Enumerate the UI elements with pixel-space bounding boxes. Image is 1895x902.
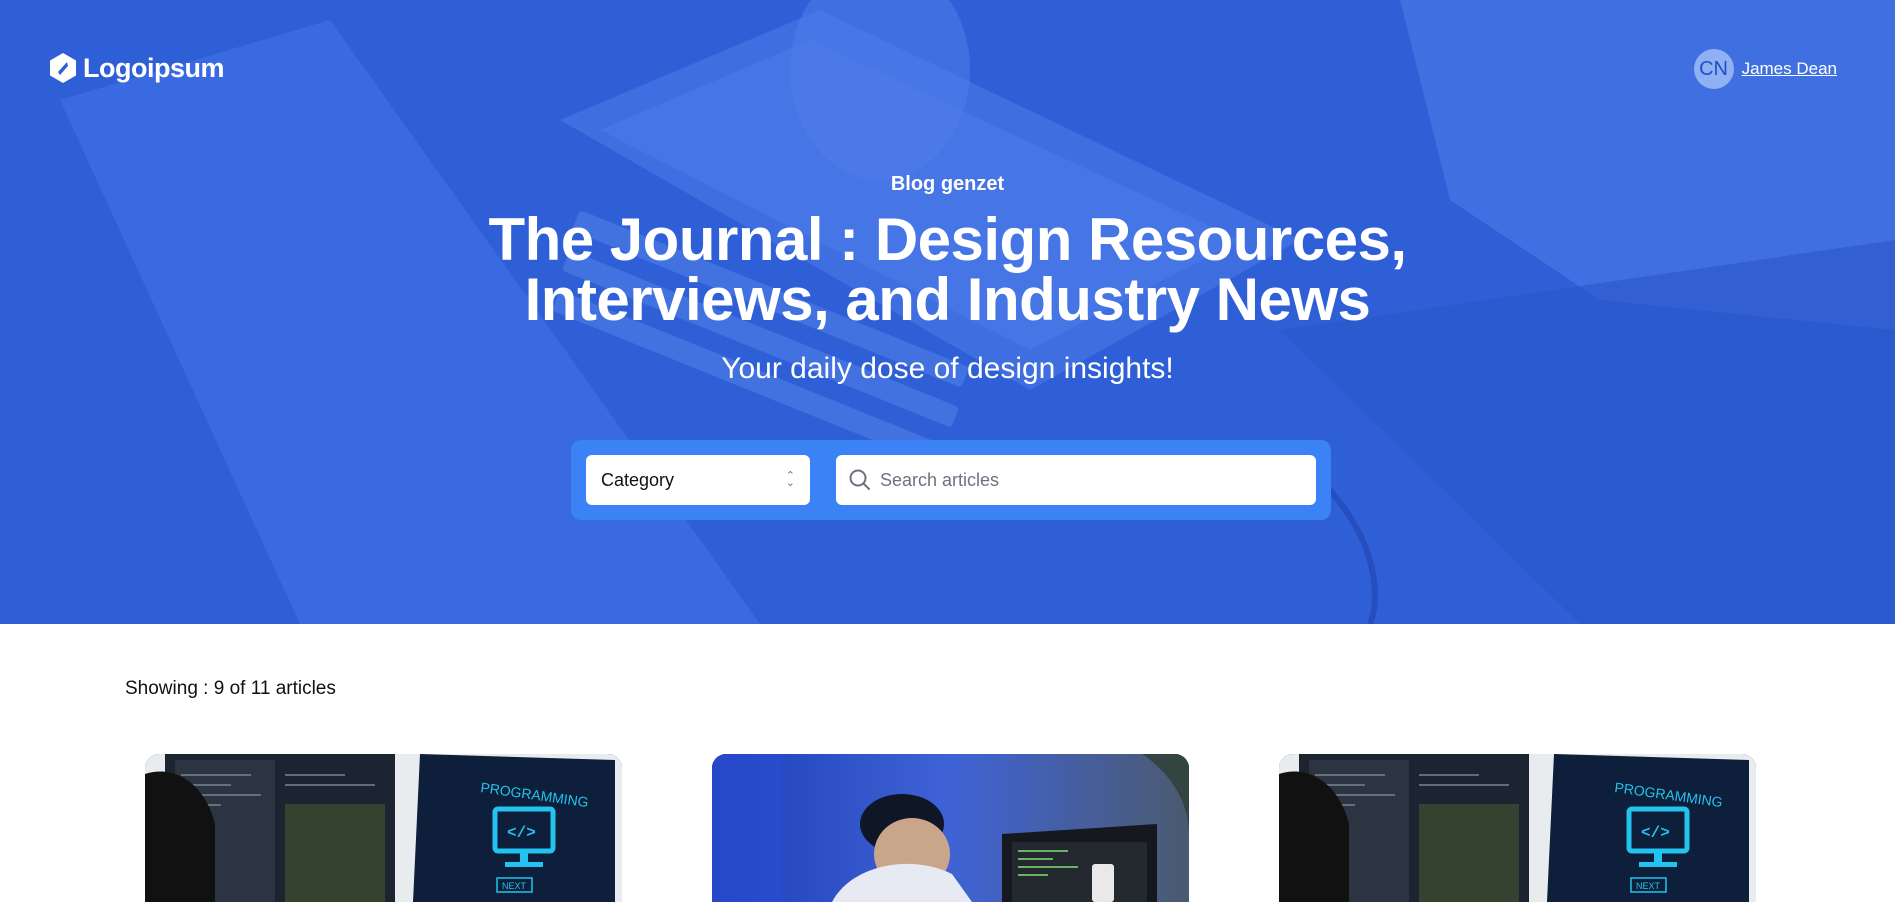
card-screen-button-text: NEXT bbox=[502, 881, 527, 891]
article-card-image[interactable]: PROGRAMMING </> NEXT bbox=[145, 754, 622, 902]
hero-subtitle: Your daily dose of design insights! bbox=[721, 352, 1174, 385]
category-select[interactable]: Category ⌃ ⌄ bbox=[586, 455, 810, 505]
select-chevrons-icon: ⌃ ⌄ bbox=[785, 470, 795, 489]
avatar[interactable]: CN bbox=[1693, 49, 1734, 89]
svg-text:</>: </> bbox=[1641, 824, 1670, 842]
hero-banner: Logoipsum CN James Dean Blog genzet The … bbox=[0, 0, 1895, 624]
article-card[interactable]: PROGRAMMING </> NEXT bbox=[145, 754, 622, 902]
search-input[interactable] bbox=[880, 469, 1304, 491]
results-count: Showing : 9 of 11 articles bbox=[125, 678, 336, 699]
article-card[interactable] bbox=[712, 754, 1189, 902]
article-card[interactable]: PROGRAMMING </> NEXT bbox=[1279, 754, 1756, 902]
svg-text:</>: </> bbox=[507, 824, 536, 842]
logo-icon bbox=[50, 53, 76, 83]
article-card-image[interactable]: PROGRAMMING </> NEXT bbox=[1279, 754, 1756, 902]
filter-bar: Category ⌃ ⌄ bbox=[571, 440, 1331, 520]
search-icon bbox=[849, 469, 870, 490]
page-title-line-1: The Journal : Design Resources, bbox=[488, 206, 1407, 273]
logo-text: Logoipsum bbox=[83, 52, 224, 83]
article-card-image[interactable] bbox=[712, 754, 1189, 902]
page-title: The Journal : Design Resources, Intervie… bbox=[0, 210, 1895, 330]
hero-eyebrow: Blog genzet bbox=[890, 173, 1005, 195]
user-menu[interactable]: CN James Dean bbox=[1693, 49, 1837, 89]
logo[interactable]: Logoipsum bbox=[49, 52, 224, 84]
category-select-value: Category bbox=[601, 469, 675, 490]
search-field[interactable] bbox=[836, 455, 1316, 505]
user-name-link[interactable]: James Dean bbox=[1742, 59, 1837, 79]
page-title-line-2: Interviews, and Industry News bbox=[524, 266, 1371, 333]
card-screen-button-text: NEXT bbox=[1636, 881, 1661, 891]
